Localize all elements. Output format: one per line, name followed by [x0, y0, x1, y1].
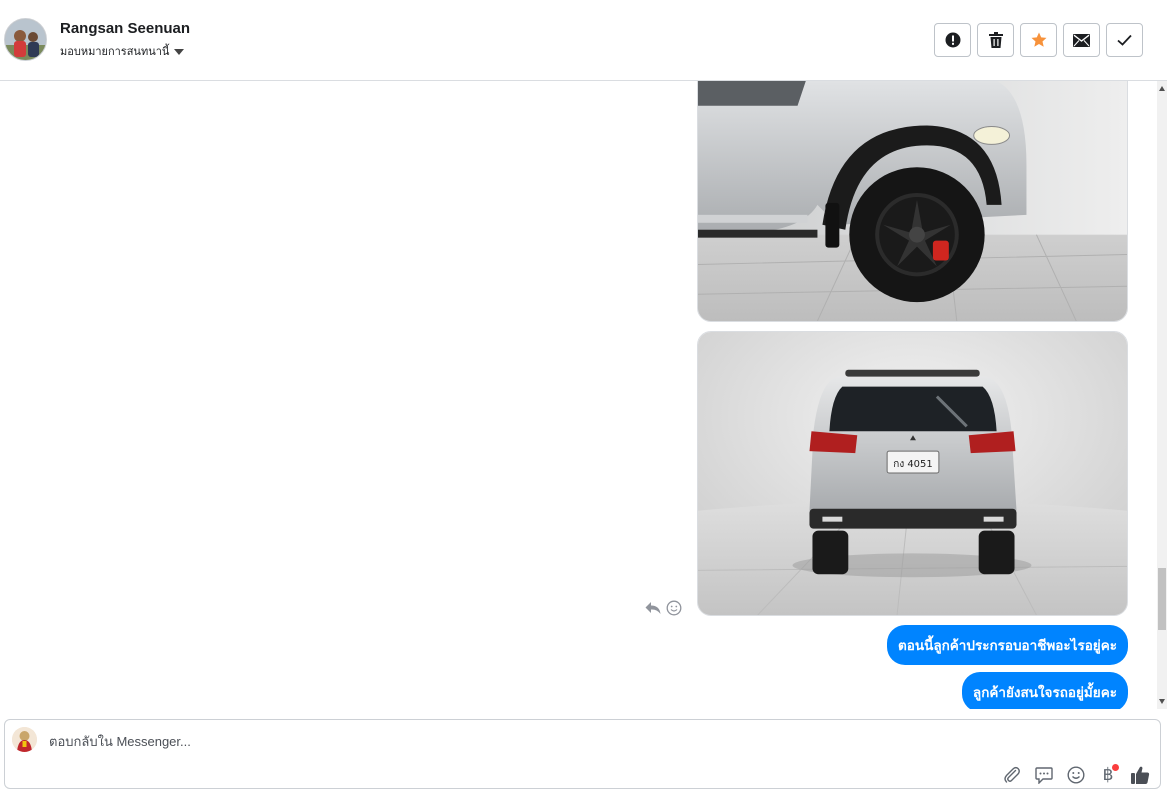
- trash-icon: [988, 32, 1003, 48]
- reply-composer: ฿: [4, 719, 1161, 789]
- message-bubble[interactable]: ลูกค้ายังสนใจรถอยู่มั้ยคะ: [961, 672, 1128, 709]
- scroll-down-arrow-icon[interactable]: [1159, 699, 1165, 704]
- mark-done-button[interactable]: [1106, 23, 1143, 57]
- delete-button[interactable]: [977, 23, 1014, 57]
- assign-conversation-dropdown[interactable]: มอบหมายการสนทนานี้: [60, 42, 185, 60]
- caret-down-icon: [174, 48, 185, 55]
- scrollbar-thumb[interactable]: [1158, 568, 1166, 630]
- message-image-car-side[interactable]: [697, 81, 1128, 322]
- conversation-header: Rangsan Seenuan มอบหมายการสนทนานี้: [0, 0, 1167, 81]
- conversation-actions: [934, 23, 1143, 57]
- star-button[interactable]: [1020, 23, 1057, 57]
- message-image-car-rear[interactable]: กง 4051: [697, 331, 1128, 616]
- star-icon: [1031, 32, 1046, 47]
- spam-icon: [945, 32, 960, 48]
- contact-avatar[interactable]: [4, 18, 47, 61]
- reply-input[interactable]: [49, 734, 649, 749]
- envelope-icon: [1073, 33, 1090, 47]
- saved-reply-icon: [1035, 766, 1053, 784]
- check-icon: [1117, 34, 1132, 46]
- scroll-up-arrow-icon[interactable]: [1159, 86, 1165, 91]
- message-bubble[interactable]: ตอนนี้ลูกค้าประกรอบอาชีพอะไรอยู่คะ: [886, 625, 1128, 665]
- notification-dot: [1112, 764, 1119, 771]
- attachment-icon: [1004, 766, 1020, 783]
- saved-replies-button[interactable]: [1033, 764, 1055, 786]
- thread-scrollbar[interactable]: [1157, 81, 1167, 709]
- mark-spam-button[interactable]: [934, 23, 971, 57]
- emoji-button[interactable]: [1065, 764, 1087, 786]
- license-plate-text: กง 4051: [893, 459, 932, 470]
- like-button[interactable]: [1129, 764, 1151, 786]
- assign-label: มอบหมายการสนทนานี้: [60, 46, 170, 58]
- mark-unread-button[interactable]: [1063, 23, 1100, 57]
- page-avatar: [12, 727, 37, 752]
- composer-tools: ฿: [1001, 764, 1151, 786]
- emoji-icon: [1067, 766, 1085, 784]
- like-icon: [1131, 766, 1150, 784]
- react-emoji-icon[interactable]: [666, 600, 682, 616]
- reply-icon[interactable]: [645, 601, 661, 615]
- attach-button[interactable]: [1001, 764, 1023, 786]
- payment-button[interactable]: ฿: [1097, 764, 1119, 786]
- message-thread[interactable]: กง 4051 ตอนนี้ลูกค้าประกรอบอาชีพอะไรอยู่…: [0, 81, 1167, 709]
- message-tools: [645, 600, 682, 616]
- contact-name[interactable]: Rangsan Seenuan: [60, 20, 190, 37]
